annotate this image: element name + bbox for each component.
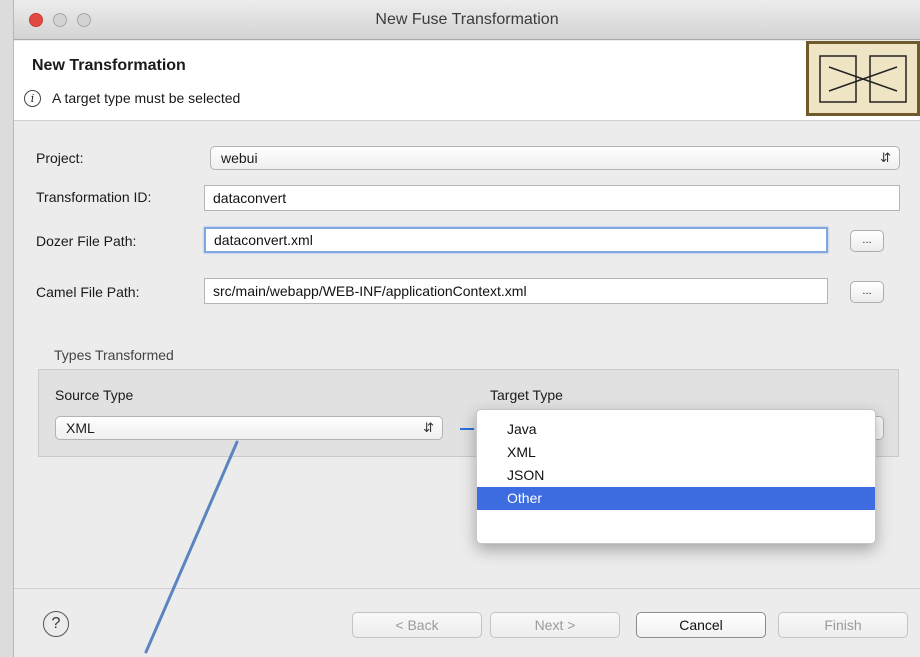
next-button[interactable]: Next >: [490, 612, 620, 638]
source-type-value: XML: [66, 420, 95, 436]
finish-button[interactable]: Finish: [778, 612, 908, 638]
camel-browse-button[interactable]: ...: [850, 281, 884, 303]
dozer-file-path-input[interactable]: dataconvert.xml: [204, 227, 828, 253]
project-select-value: webui: [221, 150, 258, 166]
target-type-option-other[interactable]: Other: [477, 487, 875, 510]
title-bar: New Fuse Transformation: [14, 0, 920, 40]
target-type-label: Target Type: [490, 387, 563, 403]
target-type-dropdown-menu: Java XML JSON Other: [476, 409, 876, 544]
wizard-banner-image: [806, 41, 920, 116]
updown-arrows-icon: ⇵: [423, 420, 434, 435]
updown-arrows-icon: ⇵: [880, 150, 891, 165]
project-label: Project:: [36, 150, 84, 166]
help-icon[interactable]: ?: [43, 611, 69, 637]
footer-separator: [14, 588, 920, 589]
target-type-option-json[interactable]: JSON: [477, 464, 875, 487]
source-type-label: Source Type: [55, 387, 134, 403]
window-title: New Fuse Transformation: [375, 11, 559, 28]
new-fuse-transformation-dialog: New Fuse Transformation New Transformati…: [14, 0, 920, 657]
transformation-id-label: Transformation ID:: [36, 189, 152, 205]
transformation-map-icon: [819, 55, 907, 103]
background-window-edge: [0, 0, 14, 657]
wizard-header: New Transformation i A target type must …: [14, 41, 920, 121]
cancel-button[interactable]: Cancel: [636, 612, 766, 638]
target-type-option-java[interactable]: Java: [477, 418, 875, 441]
camel-file-path-input[interactable]: src/main/webapp/WEB-INF/applicationConte…: [204, 278, 828, 304]
wizard-title: New Transformation: [32, 57, 186, 74]
source-type-select[interactable]: XML ⇵: [55, 416, 443, 440]
camel-file-path-label: Camel File Path:: [36, 284, 140, 300]
info-icon: i: [24, 90, 41, 107]
types-group-title: Types Transformed: [54, 347, 174, 363]
wizard-message: A target type must be selected: [52, 90, 241, 106]
transformation-id-input[interactable]: dataconvert: [204, 185, 900, 211]
source-target-connector: [460, 428, 474, 430]
dozer-browse-button[interactable]: ...: [850, 230, 884, 252]
project-select[interactable]: webui ⇵: [210, 146, 900, 170]
back-button[interactable]: < Back: [352, 612, 482, 638]
target-type-option-xml[interactable]: XML: [477, 441, 875, 464]
dozer-file-path-label: Dozer File Path:: [36, 233, 137, 249]
